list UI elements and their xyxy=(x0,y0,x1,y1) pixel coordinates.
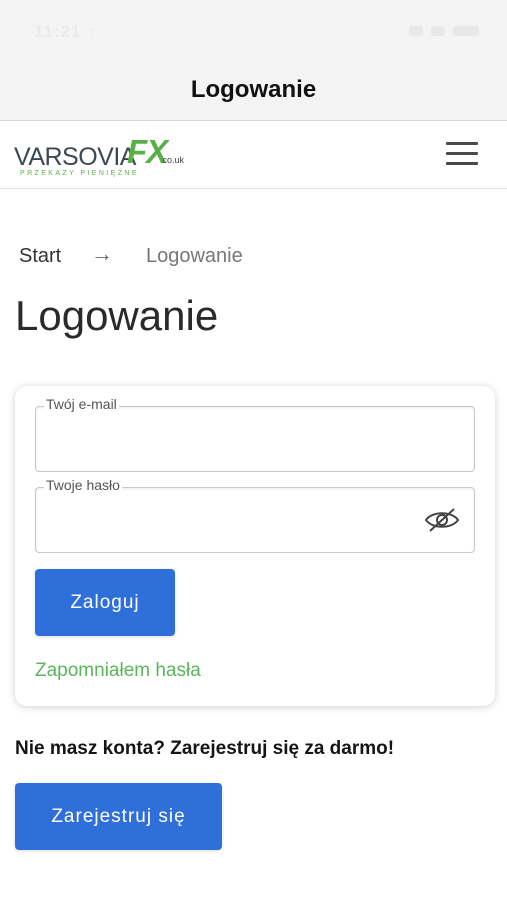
varsovia-fx-logo[interactable]: VARSOVIA FX .co.uk PRZEKAZY PIENIĘŻNE xyxy=(14,131,194,181)
email-field: Twój e-mail xyxy=(35,396,475,472)
login-card: Twój e-mail Twoje hasło Zaloguj Zapomnia… xyxy=(15,386,495,706)
logo-wordmark: VARSOVIA xyxy=(14,143,136,171)
register-prompt: Nie masz konta? Zarejestruj się za darmo… xyxy=(15,738,395,759)
logo-tagline: PRZEKAZY PIENIĘŻNE xyxy=(20,170,139,177)
password-input[interactable] xyxy=(46,502,430,538)
eye-slash-icon[interactable] xyxy=(424,506,460,534)
site-header: VARSOVIA FX .co.uk PRZEKAZY PIENIĘŻNE xyxy=(0,121,507,189)
wifi-icon xyxy=(431,26,445,36)
page-title: Logowanie xyxy=(15,292,219,339)
breadcrumb-current: Logowanie xyxy=(146,245,243,267)
status-icons xyxy=(409,26,479,38)
email-label: Twój e-mail xyxy=(44,396,119,412)
login-button[interactable]: Zaloguj xyxy=(35,569,175,636)
logo-fx: FX xyxy=(127,133,168,170)
status-bar: 11:21 ↑ xyxy=(0,0,507,60)
arrow-right-icon: → xyxy=(91,241,113,266)
register-button[interactable]: Zarejestruj się xyxy=(15,783,222,850)
logo-domain: .co.uk xyxy=(160,155,185,165)
forgot-password-link[interactable]: Zapomniałem hasła xyxy=(35,660,201,682)
hamburger-menu-icon[interactable] xyxy=(446,139,478,169)
email-input[interactable] xyxy=(46,421,430,457)
nav-title: Logowanie xyxy=(190,76,317,103)
navigation-bar: Logowanie xyxy=(0,60,507,121)
battery-icon xyxy=(453,26,479,36)
password-field: Twoje hasło xyxy=(35,477,475,553)
status-time: 11:21 ↑ xyxy=(34,22,97,41)
password-label: Twoje hasło xyxy=(44,477,122,493)
breadcrumb-home-link[interactable]: Start xyxy=(19,245,61,268)
signal-icon xyxy=(409,26,423,36)
